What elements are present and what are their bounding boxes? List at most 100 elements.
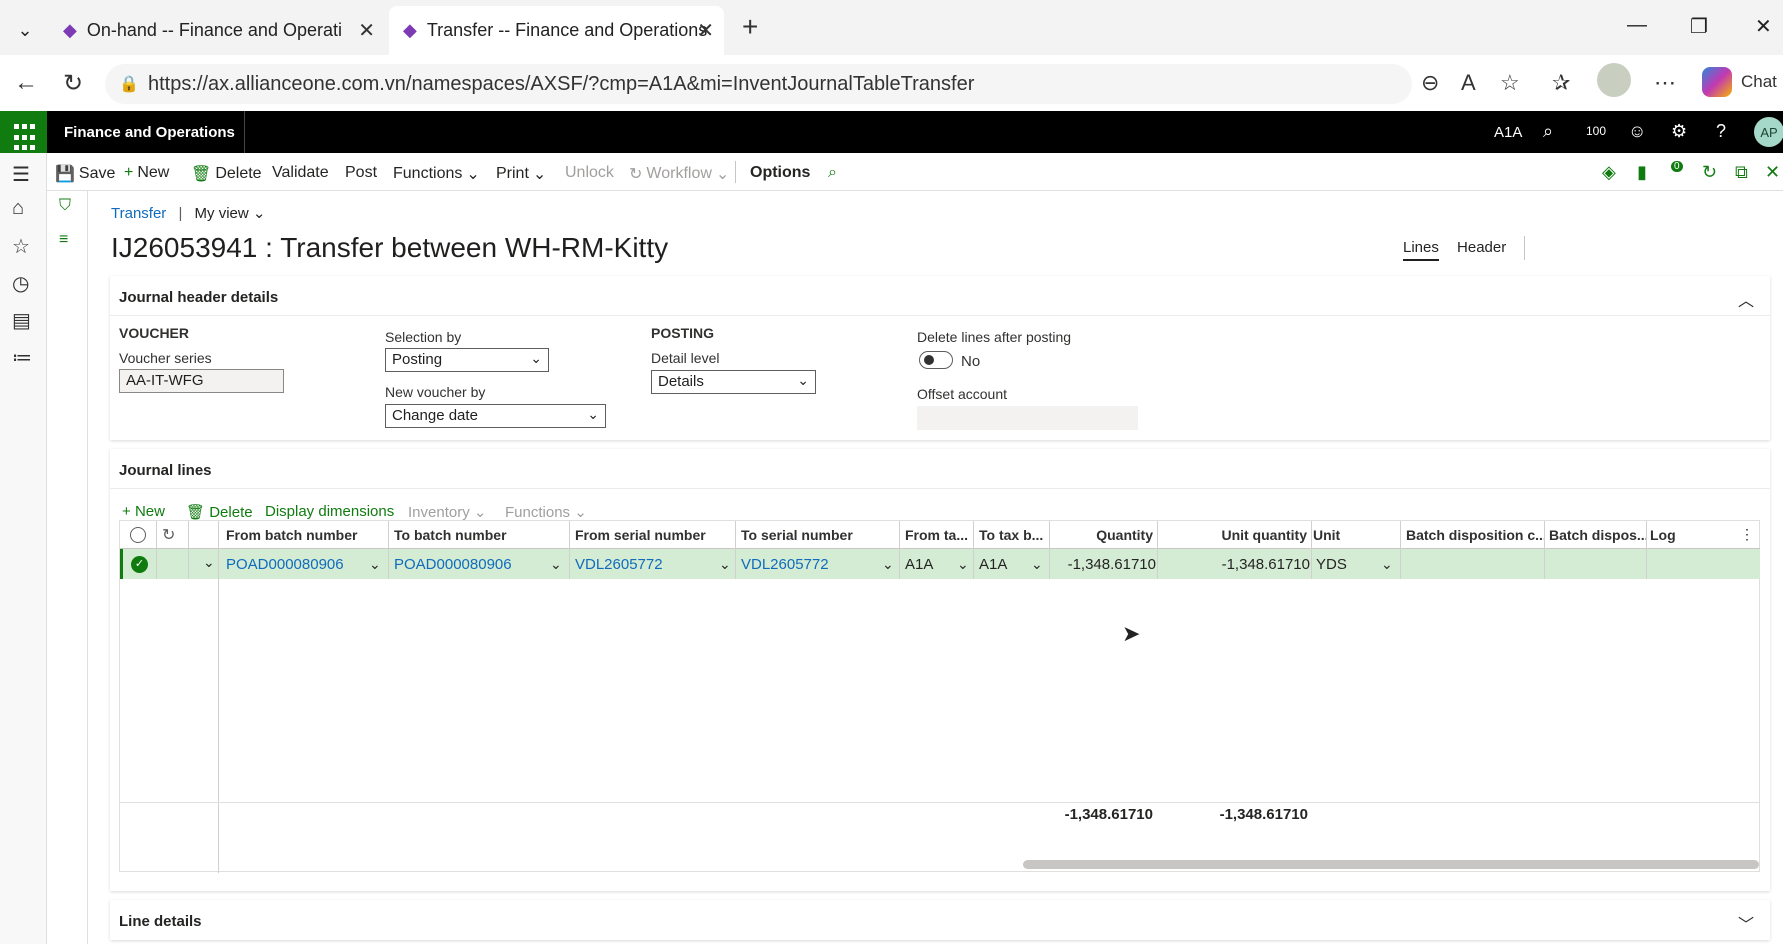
url-field[interactable]: 🔒 https://ax.allianceone.com.vn/namespac… — [105, 64, 1412, 104]
favorites-star-icon[interactable]: ☆ — [12, 234, 30, 259]
column-header[interactable]: Unit quantity — [1163, 521, 1307, 549]
functions-menu[interactable]: Functions ⌄ — [393, 164, 480, 184]
from-batch-cell[interactable]: POAD000080906 — [226, 549, 371, 579]
close-icon[interactable]: ✕ — [1765, 162, 1780, 183]
column-header[interactable]: To serial number — [741, 521, 901, 549]
post-button[interactable]: Post — [345, 164, 377, 182]
column-header[interactable]: From ta... — [905, 521, 973, 549]
batch-disposition-code-cell[interactable] — [1409, 549, 1547, 579]
quantity-cell[interactable]: -1,348.61710 — [1058, 549, 1156, 579]
column-header[interactable]: Log — [1650, 521, 1710, 549]
log-cell[interactable] — [1653, 549, 1743, 579]
detail-level-dropdown[interactable]: Details ⌄ — [651, 370, 816, 394]
tab-header[interactable]: Header — [1457, 239, 1506, 256]
app-name[interactable]: Finance and Operations — [64, 124, 235, 141]
chevron-down-icon[interactable]: ⌄ — [719, 549, 731, 579]
tab-actions-button[interactable]: ⌄ — [6, 11, 44, 49]
new-tab-button[interactable]: + — [742, 13, 758, 41]
hamburger-menu-icon[interactable]: ☰ — [12, 162, 30, 187]
company-picker[interactable]: A1A — [1494, 124, 1522, 141]
avatar[interactable]: AP — [1754, 117, 1783, 147]
options-tab[interactable]: Options — [750, 164, 810, 182]
chevron-down-icon[interactable]: ⌄ — [550, 549, 562, 579]
chat-label[interactable]: Chat — [1741, 72, 1777, 92]
section-header[interactable]: Journal header details ︿ — [110, 276, 1770, 316]
column-header[interactable]: From serial number — [575, 521, 735, 549]
save-button[interactable]: 💾 Save — [55, 164, 115, 184]
close-window-button[interactable]: ✕ — [1755, 14, 1772, 39]
feedback-smiley-icon[interactable]: ☺ — [1628, 121, 1646, 142]
chevron-down-icon[interactable]: ⌄ — [882, 549, 894, 579]
notification-count[interactable]: 100 — [1586, 124, 1606, 138]
list-icon[interactable]: ≡ — [59, 231, 68, 249]
attachments-badge[interactable]: 0 — [1671, 161, 1683, 172]
to-serial-cell[interactable]: VDL2605772 — [741, 549, 881, 579]
column-header[interactable]: To tax b... — [979, 521, 1047, 549]
favorites-icon[interactable]: ✰ — [1552, 70, 1570, 96]
offset-account-field[interactable] — [917, 406, 1138, 430]
validate-button[interactable]: Validate — [272, 164, 329, 182]
modules-list-icon[interactable]: ≔ — [12, 345, 32, 370]
column-header[interactable]: Quantity — [1055, 521, 1153, 549]
read-aloud-icon[interactable]: A — [1461, 70, 1476, 96]
workflow-menu[interactable]: ↻ Workflow ⌄ — [629, 164, 729, 184]
refresh-icon[interactable]: ↻ — [63, 69, 83, 98]
batch-disposition-cell[interactable] — [1552, 549, 1650, 579]
chevron-up-icon[interactable]: ︿ — [1738, 287, 1754, 311]
horizontal-scrollbar[interactable] — [1023, 860, 1759, 869]
close-tab-icon[interactable]: ✕ — [358, 18, 375, 43]
chevron-down-icon[interactable]: ⌄ — [369, 549, 381, 579]
search-icon[interactable]: ⌕ — [1543, 121, 1553, 142]
chevron-down-icon[interactable]: ⌄ — [1031, 549, 1043, 579]
recent-clock-icon[interactable]: ◷ — [12, 271, 29, 296]
inventory-menu[interactable]: Inventory ⌄ — [408, 503, 486, 521]
close-tab-icon[interactable]: ✕ — [697, 18, 714, 43]
home-icon[interactable]: ⌂ — [12, 197, 24, 220]
selection-by-dropdown[interactable]: Posting ⌄ — [385, 348, 549, 372]
column-header[interactable]: To batch number — [394, 521, 564, 549]
chevron-down-icon[interactable]: ﹀ — [1738, 911, 1754, 935]
row-selected-check-icon[interactable]: ✓ — [131, 556, 148, 573]
column-header[interactable]: Batch dispos... — [1549, 521, 1647, 549]
delete-lines-toggle[interactable] — [919, 351, 953, 369]
voucher-series-field[interactable]: AA-IT-WFG — [119, 369, 284, 393]
help-icon[interactable]: ? — [1716, 121, 1726, 142]
to-batch-cell[interactable]: POAD000080906 — [394, 549, 544, 579]
minimize-button[interactable]: — — [1627, 14, 1647, 37]
new-button[interactable]: + New — [124, 164, 169, 182]
back-arrow-icon[interactable]: ← — [14, 69, 38, 97]
app-launcher-icon[interactable] — [0, 111, 47, 153]
from-serial-cell[interactable]: VDL2605772 — [575, 549, 715, 579]
zoom-icon[interactable]: ⊖ — [1421, 70, 1439, 96]
copilot-icon[interactable] — [1702, 67, 1732, 97]
refresh-icon[interactable]: ↻ — [162, 525, 175, 545]
column-header[interactable]: Batch disposition c... — [1406, 521, 1544, 549]
display-dimensions-button[interactable]: Display dimensions — [265, 503, 394, 520]
column-header[interactable]: Unit — [1313, 521, 1393, 549]
open-new-window-icon[interactable]: ⧉ — [1735, 162, 1748, 183]
column-header[interactable]: From batch number — [226, 521, 386, 549]
browser-tab-onhand[interactable]: ◆ On-hand -- Finance and Operation ✕ — [55, 6, 385, 55]
table-row[interactable]: ✓ ⌄ POAD000080906 ⌄ POAD000080906 ⌄ VDL2… — [120, 549, 1760, 579]
chevron-down-icon[interactable]: ⌄ — [1381, 549, 1393, 579]
lines-delete-button[interactable]: 🗑 Delete — [186, 503, 253, 521]
lines-new-button[interactable]: + New — [122, 503, 165, 520]
unit-quantity-cell[interactable]: -1,348.61710 — [1166, 549, 1310, 579]
section-header[interactable]: Line details ﹀ — [110, 900, 1770, 940]
browser-tab-transfer[interactable]: ◆ Transfer -- Finance and Operations ✕ — [389, 6, 724, 55]
from-tax-cell[interactable]: A1A — [905, 549, 955, 579]
more-icon[interactable]: ⋯ — [1654, 70, 1676, 96]
unit-cell[interactable]: YDS — [1316, 549, 1376, 579]
view-selector[interactable]: My view ⌄ — [195, 205, 266, 222]
tab-lines[interactable]: Lines — [1403, 238, 1439, 261]
chevron-down-icon[interactable]: ⌄ — [203, 554, 215, 571]
refresh-icon[interactable]: ↻ — [1702, 162, 1717, 183]
workspaces-icon[interactable]: ▤ — [12, 308, 31, 333]
breadcrumb-transfer-link[interactable]: Transfer — [111, 205, 166, 222]
to-tax-cell[interactable]: A1A — [979, 549, 1029, 579]
profile-avatar[interactable] — [1597, 63, 1631, 97]
print-menu[interactable]: Print ⌄ — [496, 164, 546, 184]
lines-functions-menu[interactable]: Functions ⌄ — [505, 503, 587, 521]
chevron-down-icon[interactable]: ⌄ — [957, 549, 969, 579]
delete-button[interactable]: 🗑 Delete — [191, 164, 262, 184]
